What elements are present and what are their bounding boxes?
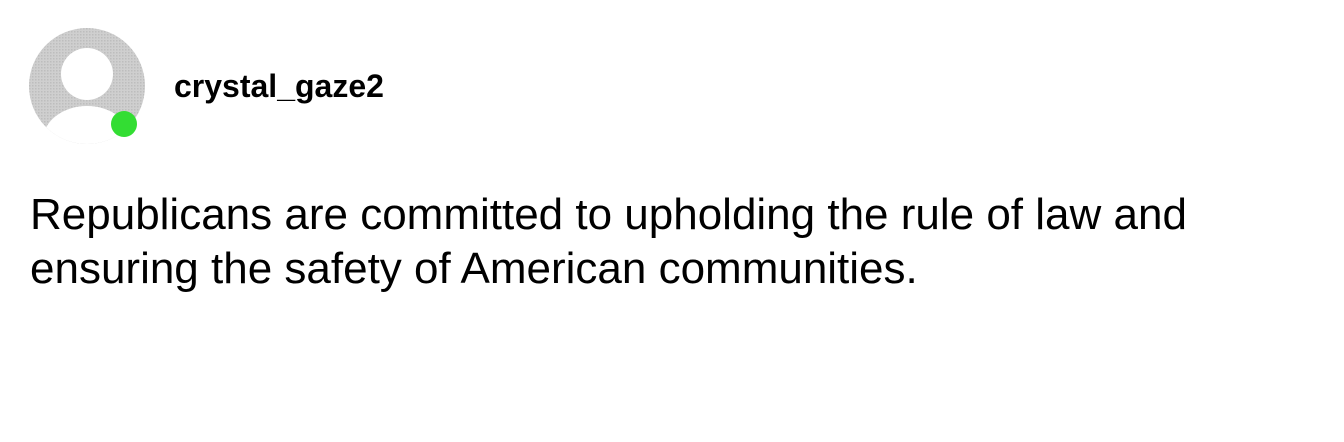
username[interactable]: crystal_gaze2 (174, 66, 384, 106)
online-status-dot (111, 111, 137, 137)
post-body-line: Republicans are committed to upholding t… (30, 190, 1187, 239)
post-body-line: ensuring the safety of American communit… (30, 244, 918, 293)
post-card: crystal_gaze2 Republicans are committed … (0, 0, 1344, 442)
post-body: Republicans are committed to upholding t… (30, 188, 1330, 296)
